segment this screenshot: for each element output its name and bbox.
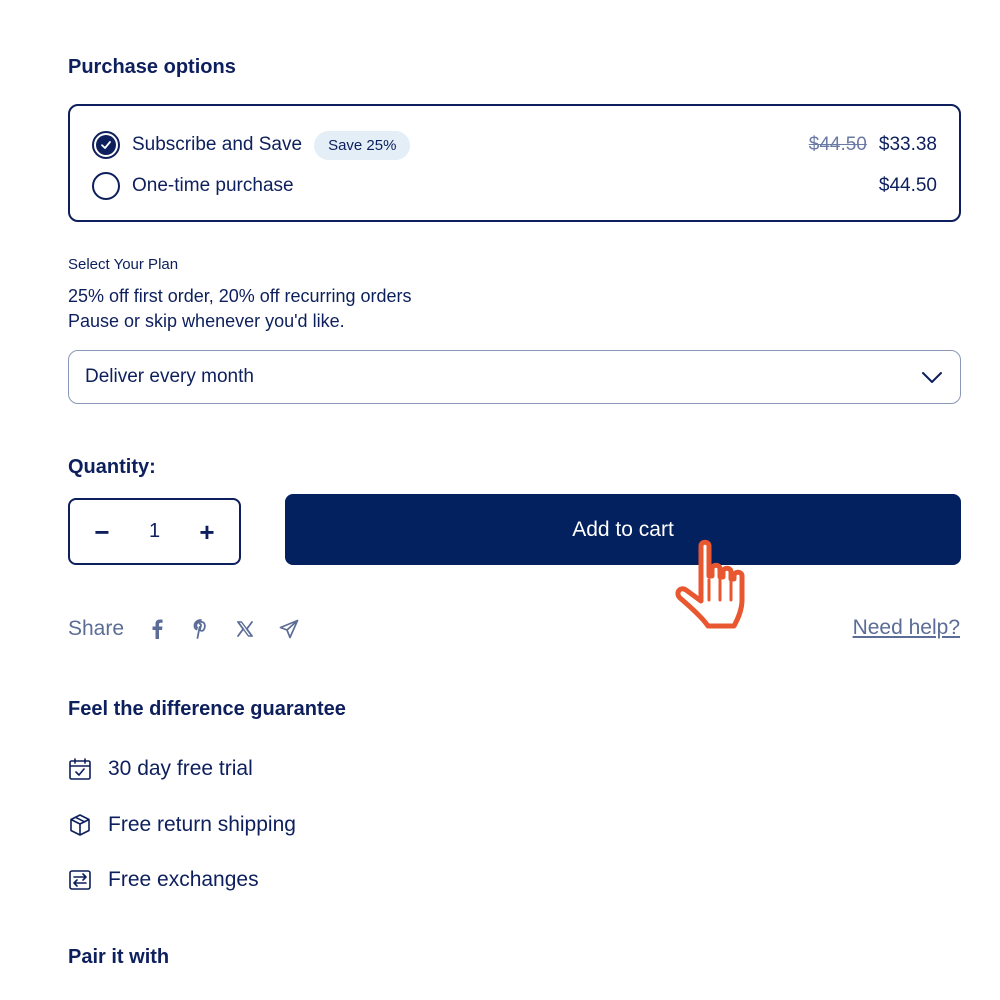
benefit-exchanges-text: Free exchanges: [108, 868, 259, 891]
subscribe-radio[interactable]: [92, 131, 120, 159]
telegram-icon[interactable]: [278, 618, 300, 640]
quantity-heading: Quantity:: [68, 456, 156, 478]
one-time-price-value: $44.50: [878, 175, 937, 196]
chevron-down-icon: [922, 372, 942, 383]
discounted-price: $33.38: [878, 134, 937, 155]
subscribe-label: Subscribe and Save: [132, 134, 303, 155]
plan-label: Select Your Plan: [68, 256, 179, 273]
facebook-icon[interactable]: [146, 618, 168, 640]
plan-description-line-2: Pause or skip whenever you'd like.: [68, 311, 345, 331]
benefit-free-trial: 30 day free trial: [68, 757, 253, 781]
subscribe-price: $44.50 $33.38: [809, 134, 937, 156]
exchange-icon: [69, 870, 91, 890]
hand-pointer-icon: [675, 539, 745, 629]
original-price: $44.50: [808, 134, 867, 155]
increase-quantity-button[interactable]: +: [197, 519, 217, 545]
box-icon: [70, 814, 90, 836]
guarantee-heading: Feel the difference guarantee: [68, 698, 346, 720]
one-time-price: $44.50: [879, 175, 937, 197]
delivery-frequency-select[interactable]: Deliver every month: [68, 350, 961, 404]
one-time-label: One-time purchase: [132, 175, 294, 196]
benefit-return-shipping: Free return shipping: [68, 813, 296, 837]
benefit-return-shipping-text: Free return shipping: [108, 813, 296, 836]
one-time-option[interactable]: One-time purchase $44.50: [92, 171, 937, 201]
decrease-quantity-button[interactable]: −: [92, 519, 112, 545]
add-to-cart-label: Add to cart: [572, 517, 674, 541]
quantity-stepper: − 1 +: [68, 498, 241, 565]
x-icon[interactable]: [234, 618, 256, 640]
product-purchase-panel: Purchase options Subscribe and Save Save…: [0, 0, 1000, 1000]
pinterest-icon[interactable]: [190, 618, 212, 640]
one-time-radio[interactable]: [92, 172, 120, 200]
purchase-options-box: Subscribe and Save Save 25% $44.50 $33.3…: [68, 104, 961, 222]
delivery-frequency-value: Deliver every month: [85, 366, 254, 387]
calendar-check-icon: [69, 758, 91, 780]
need-help-link[interactable]: Need help?: [853, 616, 960, 640]
quantity-value[interactable]: 1: [149, 520, 160, 543]
share-label: Share: [68, 617, 125, 640]
benefit-free-trial-text: 30 day free trial: [108, 757, 253, 780]
purchase-options-heading: Purchase options: [68, 56, 236, 78]
checkmark-icon: [96, 135, 116, 155]
plan-description-line-1: 25% off first order, 20% off recurring o…: [68, 286, 412, 306]
subscribe-option[interactable]: Subscribe and Save Save 25% $44.50 $33.3…: [92, 130, 937, 160]
pair-it-with-heading: Pair it with: [68, 946, 170, 968]
share-row: Share: [68, 614, 322, 644]
add-to-cart-button[interactable]: Add to cart: [285, 494, 961, 565]
save-badge: Save 25%: [314, 130, 411, 160]
benefit-exchanges: Free exchanges: [68, 868, 259, 892]
